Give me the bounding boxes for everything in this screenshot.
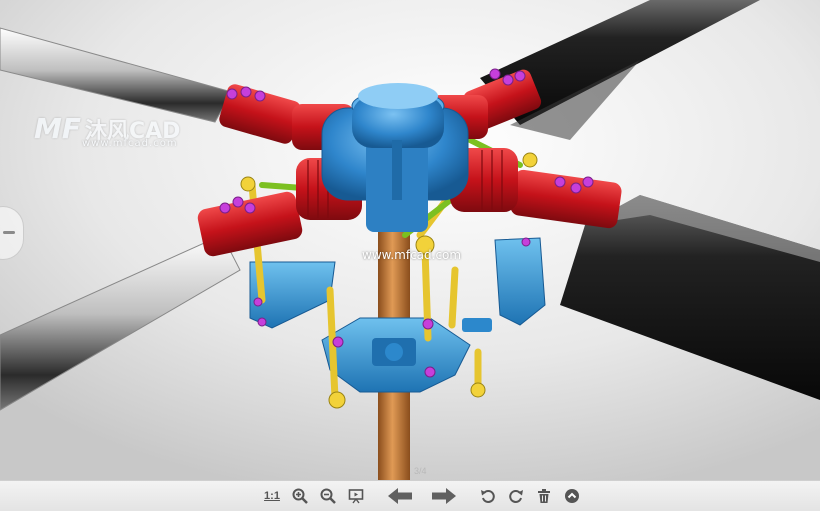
- arrow-right-icon: [432, 488, 456, 504]
- rotate-right-icon: [509, 490, 523, 503]
- zoom-in-icon: [292, 488, 308, 504]
- previous-button[interactable]: [386, 485, 414, 507]
- next-button[interactable]: [430, 485, 458, 507]
- rotor-head-render: [0, 0, 820, 480]
- zoom-in-button[interactable]: [290, 485, 310, 507]
- zoom-out-icon: [320, 488, 336, 504]
- scroll-up-button[interactable]: [562, 485, 582, 507]
- delete-button[interactable]: [534, 485, 554, 507]
- rotate-right-button[interactable]: [506, 485, 526, 507]
- trash-icon: [538, 489, 550, 503]
- zoom-out-button[interactable]: [318, 485, 338, 507]
- actual-size-button[interactable]: 1:1: [262, 485, 282, 507]
- page-indicator: 3/4: [414, 466, 427, 476]
- mfcad-logo-mark: MF: [34, 112, 81, 145]
- rotate-left-button[interactable]: [478, 485, 498, 507]
- image-viewer: MF 沐风CAD www.mfcad.com www.mfcad.com 3/4…: [0, 0, 820, 511]
- collapse-icon: [3, 231, 15, 234]
- watermark-url-center: www.mfcad.com: [362, 248, 462, 262]
- actual-size-label: 1:1: [264, 490, 280, 502]
- chevron-up-circle-icon: [565, 489, 579, 503]
- image-stage[interactable]: MF 沐风CAD www.mfcad.com www.mfcad.com 3/4: [0, 0, 820, 480]
- watermark-url-left: www.mfcad.com: [82, 138, 178, 149]
- arrow-left-icon: [388, 488, 412, 504]
- slideshow-icon: [348, 489, 364, 504]
- viewer-toolbar: 1:1: [0, 480, 820, 511]
- slideshow-button[interactable]: [346, 485, 366, 507]
- rotate-left-icon: [481, 490, 495, 503]
